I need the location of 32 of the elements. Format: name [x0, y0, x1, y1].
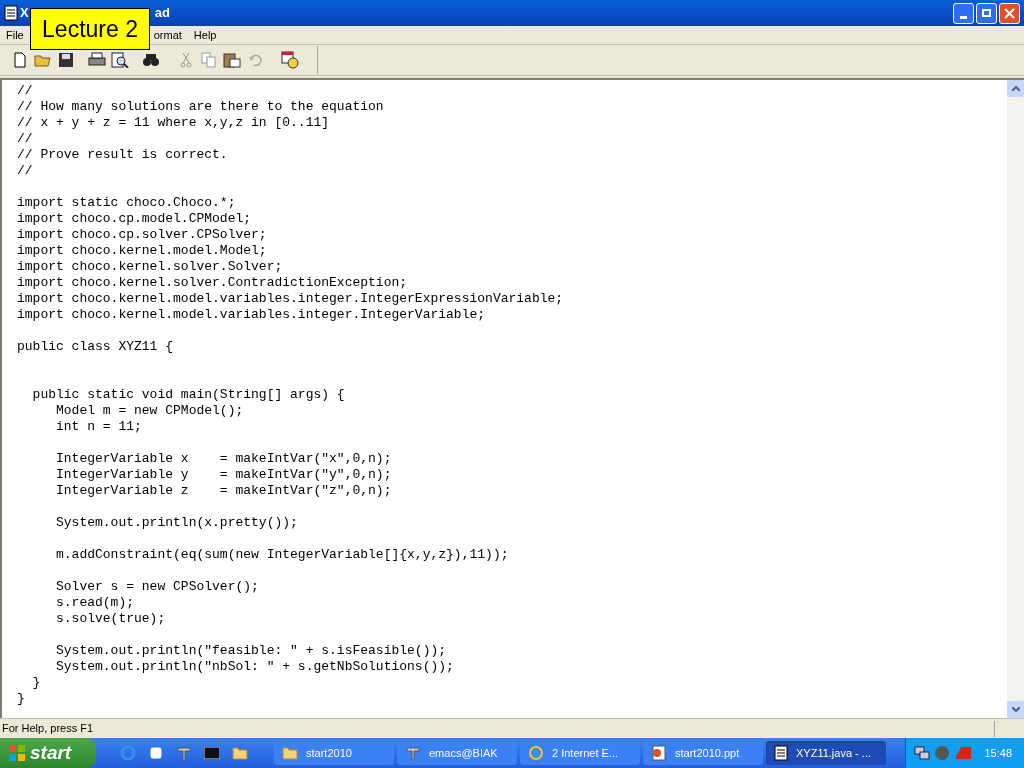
menu-item[interactable]: Help — [187, 26, 223, 44]
taskbar-button[interactable]: emacs@BIAK — [397, 741, 517, 765]
scissors-icon — [178, 52, 193, 68]
hammer-icon — [405, 745, 421, 761]
notepad-icon — [4, 5, 18, 21]
windows-logo-icon — [8, 744, 26, 762]
taskbar-button[interactable]: start2010 — [274, 741, 394, 765]
network-icon — [914, 745, 931, 761]
close-icon — [1004, 7, 1015, 19]
lecture-label: Lecture 2 — [30, 8, 150, 50]
status-text: For Help, press F1 — [1, 721, 95, 737]
notepad-icon — [774, 745, 788, 761]
globe-icon — [528, 745, 544, 761]
taskbar-button[interactable]: 2 Internet E... — [520, 741, 640, 765]
clock: 15:48 — [984, 745, 1012, 761]
start-button[interactable]: start — [0, 738, 96, 768]
menu-item[interactable]: ormat — [147, 26, 188, 44]
slides-icon — [651, 745, 667, 761]
folder-icon — [282, 746, 298, 760]
minimize-button[interactable] — [953, 2, 974, 24]
window-title: ad — [154, 4, 170, 23]
taskbar-button[interactable]: start2010.ppt — [643, 741, 763, 765]
undo-icon — [247, 54, 262, 66]
restore-button[interactable] — [976, 2, 997, 24]
window-title: X — [20, 4, 29, 23]
ati-logo-icon — [954, 746, 973, 760]
date-time-button[interactable] — [278, 49, 301, 71]
close-button[interactable] — [999, 2, 1020, 24]
vertical-scrollbar[interactable] — [1007, 80, 1024, 718]
menu-item[interactable]: File — [0, 26, 30, 44]
taskbar-button[interactable]: XYZ11.java - ... — [766, 741, 886, 765]
print-preview-button[interactable] — [108, 49, 131, 71]
